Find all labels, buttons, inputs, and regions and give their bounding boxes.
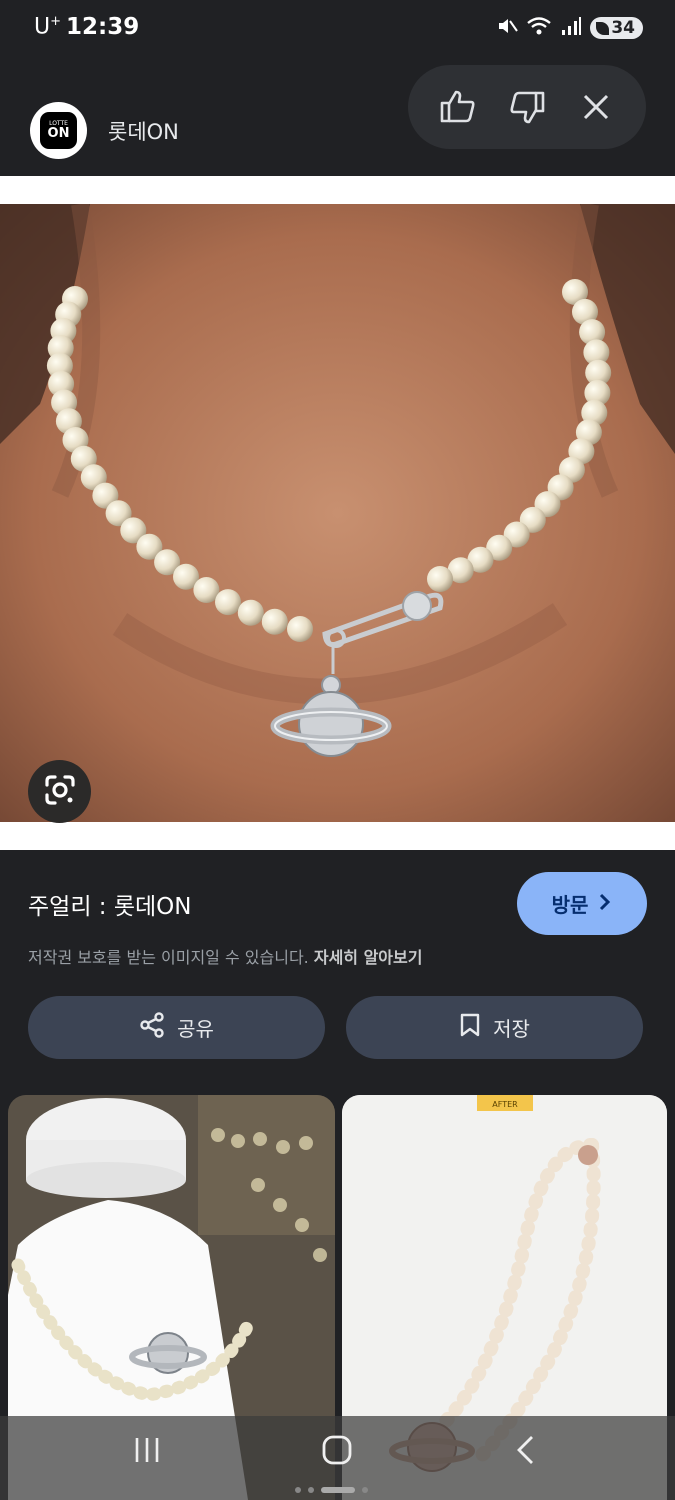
battery-indicator: 34 xyxy=(590,17,643,39)
bookmark-icon xyxy=(459,1012,481,1043)
pearl xyxy=(237,599,264,626)
main-image-frame xyxy=(0,176,675,850)
status-bar: U+ 12:39 34 xyxy=(0,0,675,58)
wifi-icon xyxy=(526,15,552,41)
mute-icon xyxy=(496,15,519,41)
pearl xyxy=(215,589,241,616)
back-icon xyxy=(513,1434,537,1470)
home-button[interactable] xyxy=(318,1430,356,1474)
signal-icon xyxy=(560,15,582,41)
pearl xyxy=(261,608,288,635)
share-button[interactable]: 공유 xyxy=(28,996,325,1059)
copyright-notice: 저작권 보호를 받는 이미지일 수 있습니다. 자세히 알아보기 xyxy=(28,948,423,967)
close-icon[interactable] xyxy=(573,84,619,130)
lens-button[interactable] xyxy=(28,760,91,823)
google-lens-icon xyxy=(43,773,77,811)
status-icons: 34 xyxy=(496,15,643,41)
visit-label: 방문 xyxy=(551,893,589,917)
save-label: 저장 xyxy=(493,1017,530,1041)
after-badge: AFTER xyxy=(492,1100,518,1109)
carrier-label: U+ xyxy=(34,14,62,40)
save-button[interactable]: 저장 xyxy=(346,996,643,1059)
recent-apps-button[interactable] xyxy=(130,1430,164,1474)
chevron-right-icon xyxy=(598,892,612,916)
back-button[interactable] xyxy=(508,1430,542,1474)
site-name: 롯데ON xyxy=(108,120,179,144)
result-title[interactable]: 주얼리 : 롯데ON xyxy=(28,887,191,921)
necklace-photo[interactable] xyxy=(0,204,675,822)
clock: 12:39 xyxy=(66,14,140,40)
lotte-on-logo: LOTTE ON xyxy=(40,112,77,149)
system-navigation-bar xyxy=(0,1416,675,1500)
visit-button[interactable]: 방문 xyxy=(517,872,647,935)
pearl xyxy=(287,616,313,642)
pearl xyxy=(427,566,453,592)
home-icon xyxy=(321,1434,353,1470)
share-icon xyxy=(139,1012,165,1043)
share-label: 공유 xyxy=(177,1017,214,1041)
recent-apps-icon xyxy=(132,1436,162,1468)
learn-more-link[interactable]: 자세히 알아보기 xyxy=(314,948,423,967)
site-logo: LOTTE ON xyxy=(30,102,87,159)
battery-saver-icon xyxy=(596,21,610,35)
thumbs-down-icon[interactable] xyxy=(504,84,550,130)
feedback-toolbar xyxy=(408,65,646,149)
result-header: LOTTE ON 롯데ON xyxy=(0,58,675,176)
page-indicator xyxy=(295,1487,368,1493)
thumbs-up-icon[interactable] xyxy=(435,84,481,130)
